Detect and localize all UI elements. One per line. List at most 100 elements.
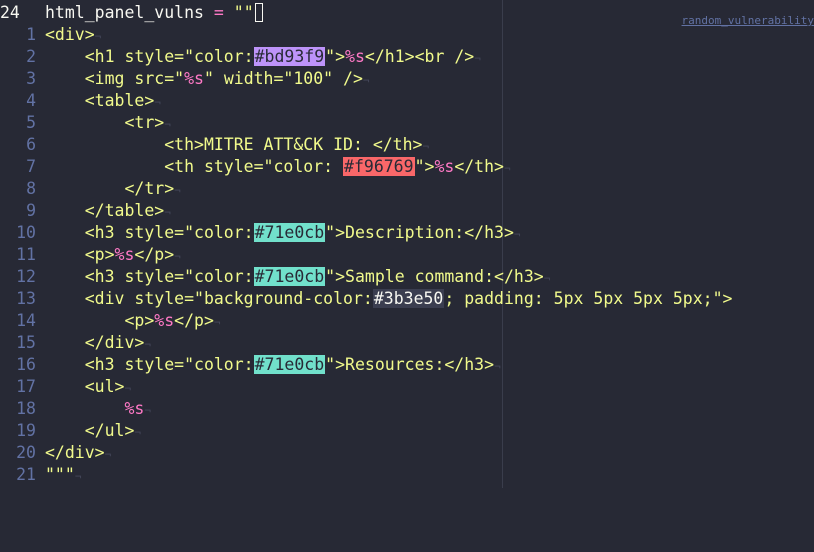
line-number: 10 <box>16 223 36 242</box>
line-number: 9 <box>26 201 36 220</box>
editor-line[interactable]: 9 </table>¬ <box>0 200 814 222</box>
code-text: <div> <box>45 25 95 44</box>
eol-marker: ¬ <box>164 118 171 131</box>
editor-line[interactable]: 8 </tr>¬ <box>0 178 814 200</box>
color-swatch: #f96769 <box>343 157 415 176</box>
eol-marker: ¬ <box>144 338 151 351</box>
code-text: <img src=" <box>45 69 185 88</box>
code-editor[interactable]: random_vulnerability 24 html_panel_vulns… <box>0 0 814 488</box>
eol-marker: ¬ <box>124 382 132 395</box>
line-number: 15 <box>16 333 36 352</box>
line-number: 18 <box>16 399 36 418</box>
editor-line-current[interactable]: 24 html_panel_vulns = "" <box>0 2 814 24</box>
format-placeholder: %s <box>345 47 365 66</box>
line-number: 19 <box>16 421 36 440</box>
eol-marker: ¬ <box>422 140 430 153</box>
code-text: <table> <box>45 91 155 110</box>
editor-line[interactable]: 17 <ul>¬ <box>0 376 814 398</box>
editor-line[interactable]: 6 <th>MITRE ATT&CK ID: </th>¬ <box>0 134 814 156</box>
line-number: 11 <box>16 245 36 264</box>
code-text: ">Resources:</h3> <box>325 355 495 374</box>
code-text: <h1 style="color: <box>45 47 254 66</box>
line-number: 8 <box>26 179 36 198</box>
eol-marker: ¬ <box>213 316 221 329</box>
code-text: </ul> <box>45 421 135 440</box>
eol-marker: ¬ <box>513 228 521 241</box>
eol-marker: ¬ <box>94 30 102 43</box>
line-number: 6 <box>26 135 36 154</box>
code-text: </th> <box>454 157 504 176</box>
code-text: <ul> <box>45 377 125 396</box>
line-number: 16 <box>16 355 36 374</box>
line-number: 14 <box>16 311 36 330</box>
line-number: 1 <box>26 25 36 44</box>
eol-marker: ¬ <box>543 272 551 285</box>
code-text: ">Sample command:</h3> <box>325 267 544 286</box>
editor-line[interactable]: 14 <p>%s</p>¬ <box>0 310 814 332</box>
eol-marker: ¬ <box>144 404 151 417</box>
editor-line[interactable]: 13 <div style="background-color:#3b3e50;… <box>0 288 814 310</box>
format-placeholder: %s <box>45 399 145 418</box>
string-literal: "" <box>233 3 254 22</box>
color-swatch: #71e0cb <box>253 223 326 242</box>
line-number: 3 <box>26 69 36 88</box>
color-swatch: #3b3e50 <box>372 289 445 308</box>
code-text: <p> <box>45 245 115 264</box>
code-text: <h3 style="color: <box>45 223 254 242</box>
editor-line[interactable]: 7 <th style="color: #f96769">%s</th>¬ <box>0 156 814 178</box>
eol-marker: ¬ <box>174 250 181 263</box>
code-text: <div style="background-color: <box>45 289 373 308</box>
code-text: <h3 style="color: <box>45 355 254 374</box>
editor-line[interactable]: 11 <p>%s</p>¬ <box>0 244 814 266</box>
format-placeholder: %s <box>434 157 455 176</box>
editor-line[interactable]: 3 <img src="%s" width="100" />¬ <box>0 68 814 90</box>
code-text: <th style="color: <box>45 157 344 176</box>
code-text: """ <box>45 465 75 484</box>
code-text: " width="100" /> <box>203 69 363 88</box>
code-text: </tr> <box>45 179 175 198</box>
code-text: <p> <box>45 311 155 330</box>
eol-marker: ¬ <box>494 360 501 373</box>
editor-line[interactable]: 1 <div>¬ <box>0 24 814 46</box>
code-text: </h1><br /> <box>364 47 475 66</box>
editor-line[interactable]: 12 <h3 style="color:#71e0cb">Sample comm… <box>0 266 814 288</box>
eol-marker: ¬ <box>362 74 370 87</box>
eol-marker: ¬ <box>154 96 161 109</box>
editor-line[interactable]: 20 </div>¬ <box>0 442 814 464</box>
editor-line[interactable]: 4 <table>¬ <box>0 90 814 112</box>
editor-line[interactable]: 16 <h3 style="color:#71e0cb">Resources:<… <box>0 354 814 376</box>
eol-marker: ¬ <box>104 448 112 461</box>
format-placeholder: %s <box>184 69 204 88</box>
line-number: 7 <box>26 157 36 176</box>
line-number: 5 <box>26 113 36 132</box>
code-text: <h3 style="color: <box>45 267 254 286</box>
eol-marker: ¬ <box>164 206 171 219</box>
line-number: 20 <box>16 443 36 462</box>
line-number: 4 <box>26 91 36 110</box>
code-text: "> <box>414 157 435 176</box>
editor-line[interactable]: 15 </div>¬ <box>0 332 814 354</box>
editor-line[interactable]: 5 <tr>¬ <box>0 112 814 134</box>
code-text: <th>MITRE ATT&CK ID: </th> <box>45 135 423 154</box>
eol-marker: ¬ <box>134 426 142 439</box>
assign-operator: = <box>203 3 234 22</box>
line-number: 12 <box>16 267 36 286</box>
code-text: ; padding: 5px 5px 5px 5px;"> <box>444 289 733 308</box>
line-number: 17 <box>16 377 36 396</box>
text-cursor <box>254 3 263 22</box>
code-text: </table> <box>45 201 165 220</box>
editor-line[interactable]: 10 <h3 style="color:#71e0cb">Description… <box>0 222 814 244</box>
editor-line[interactable]: 18 %s¬ <box>0 398 814 420</box>
code-text: <tr> <box>45 113 165 132</box>
editor-line[interactable]: 2 <h1 style="color:#bd93f9">%s</h1><br /… <box>0 46 814 68</box>
variable-name: html_panel_vulns <box>45 3 204 22</box>
line-number-current: 24 <box>0 3 20 22</box>
line-number: 13 <box>16 289 36 308</box>
editor-line[interactable]: 19 </ul>¬ <box>0 420 814 442</box>
code-text: </div> <box>45 333 145 352</box>
format-placeholder: %s <box>114 245 135 264</box>
line-number: 21 <box>16 465 36 484</box>
color-swatch: #71e0cb <box>253 355 326 374</box>
editor-line[interactable]: 21 """¬ <box>0 464 814 486</box>
code-text: </p> <box>134 245 175 264</box>
